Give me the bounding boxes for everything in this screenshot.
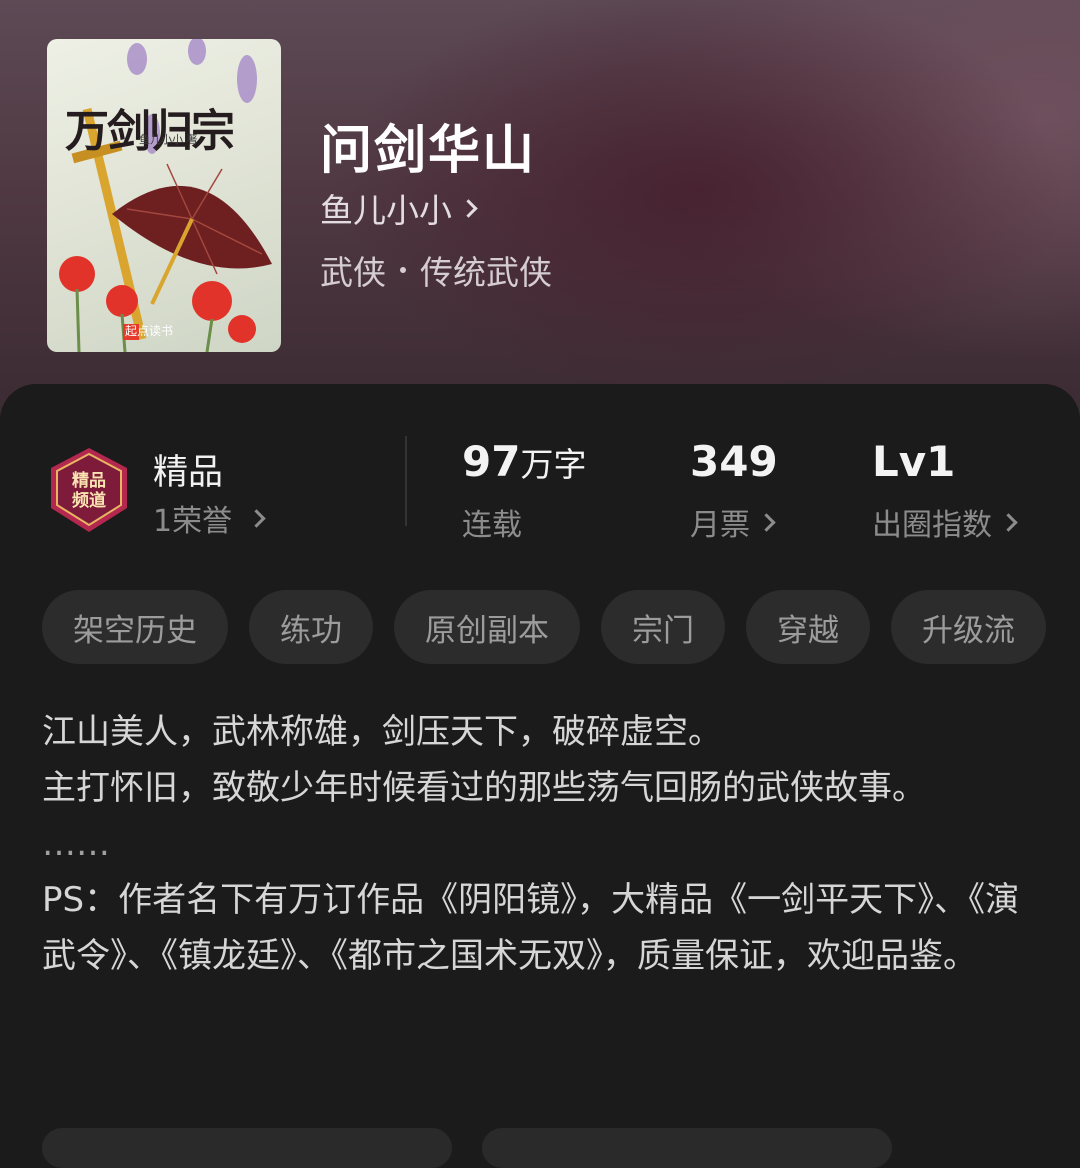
honor-link[interactable]: 1荣誉 <box>153 496 266 540</box>
genre-row: 武侠 传统武侠 <box>320 246 552 294</box>
author-name: 鱼儿小小 <box>320 191 452 230</box>
serial-status: 连载 <box>462 508 522 543</box>
honor-value: 1荣誉 <box>153 504 233 539</box>
chevron-right-icon <box>459 198 478 218</box>
premium-badge-icon[interactable]: 精品 频道 <box>45 446 133 534</box>
cover-brand: 起点读书 <box>125 324 174 338</box>
genre[interactable]: 武侠 <box>320 246 386 294</box>
stats-divider <box>405 436 407 526</box>
monthly-tickets-link[interactable]: 月票 <box>690 500 776 544</box>
tag-chip[interactable]: 穿越 <box>746 590 870 664</box>
tag-chip[interactable]: 架空历史 <box>42 590 228 664</box>
tag-chip[interactable]: 升级流 <box>891 590 1046 664</box>
description-line: 江山美人，武林称雄，剑压天下，破碎虚空。 <box>42 712 722 752</box>
description-line: PS：作者名下有万订作品《阴阳镜》，大精品《一剑平天下》、《演武令》、《镇龙廷》… <box>42 880 1020 976</box>
cover-title: 万剑归宗 <box>65 106 235 157</box>
badge-text: 精品 <box>72 470 106 491</box>
tag-chip[interactable]: 原创副本 <box>394 590 580 664</box>
tag-list: 架空历史 练功 原创副本 宗门 穿越 升级流 <box>42 590 1046 664</box>
chevron-right-icon <box>247 508 266 528</box>
description-line: 主打怀旧，致敬少年时候看过的那些荡气回肠的武侠故事。 <box>42 768 926 808</box>
word-count-value: 97 <box>462 437 521 486</box>
popularity-index-value: Lv1 <box>872 437 956 486</box>
bottom-button-right[interactable] <box>482 1128 892 1168</box>
word-count: 97万字 <box>462 437 586 486</box>
chevron-right-icon <box>757 512 776 532</box>
svg-text:频道: 频道 <box>72 490 106 511</box>
author-link[interactable]: 鱼儿小小 <box>320 184 478 232</box>
chevron-right-icon <box>999 512 1018 532</box>
tag-chip[interactable]: 练功 <box>249 590 373 664</box>
book-cover[interactable]: 万剑归宗 鱼儿小小 著 起点读书 <box>47 39 281 352</box>
popularity-index-label: 出圈指数 <box>872 508 992 543</box>
book-description[interactable]: 江山美人，武林称雄，剑压天下，破碎虚空。 主打怀旧，致敬少年时候看过的那些荡气回… <box>42 704 1042 984</box>
book-title: 问剑华山 <box>320 120 537 181</box>
monthly-tickets-value: 349 <box>690 437 778 486</box>
subgenre[interactable]: 传统武侠 <box>420 246 552 294</box>
cover-author: 鱼儿小小 著 <box>139 133 198 146</box>
cover-illustration <box>59 39 272 352</box>
word-count-unit: 万字 <box>520 445 587 484</box>
description-ellipsis: …… <box>42 824 110 864</box>
popularity-index-link[interactable]: 出圈指数 <box>872 500 1018 544</box>
tag-chip[interactable]: 宗门 <box>601 590 725 664</box>
separator-dot <box>400 267 406 273</box>
bottom-button-left[interactable] <box>42 1128 452 1168</box>
monthly-tickets-label: 月票 <box>690 508 750 543</box>
honor-label: 精品 <box>153 453 224 493</box>
